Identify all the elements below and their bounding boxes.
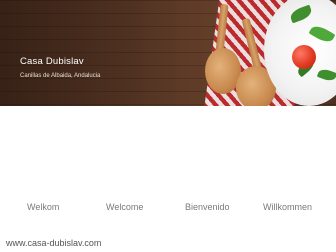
footer-url: www.casa-dubislav.com xyxy=(6,238,102,248)
page: Casa Dubislav Canillas de Albaida, Andal… xyxy=(0,0,336,252)
site-subtitle: Canillas de Albaida, Andalucia xyxy=(20,73,101,79)
language-link-dutch[interactable]: Welkom xyxy=(27,202,59,212)
hero-banner: Casa Dubislav Canillas de Albaida, Andal… xyxy=(0,0,336,106)
language-link-english[interactable]: Welcome xyxy=(106,202,143,212)
language-menu: Welkom Welcome Bienvenido Willkommen xyxy=(0,196,336,220)
language-link-spanish[interactable]: Bienvenido xyxy=(185,202,230,212)
tomato-image xyxy=(292,45,316,69)
site-title[interactable]: Casa Dubislav xyxy=(20,56,84,67)
language-link-german[interactable]: Willkommen xyxy=(263,202,312,212)
